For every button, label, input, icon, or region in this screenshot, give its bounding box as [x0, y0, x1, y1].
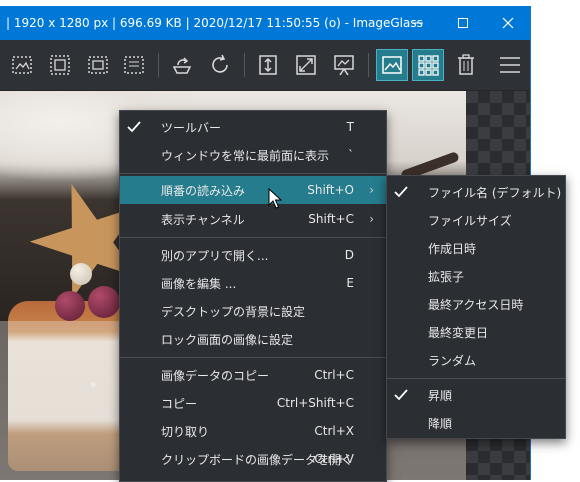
fit-height-icon [259, 55, 277, 75]
slideshow-icon [334, 55, 354, 76]
menu-item-toolbar[interactable]: ツールバー T [120, 113, 386, 141]
check-icon [394, 186, 408, 198]
submenu-item-last-modified[interactable]: 最終変更日 [387, 318, 565, 346]
main-menu-button[interactable] [494, 49, 526, 81]
chevron-right-icon: › [369, 212, 374, 226]
menu-item-set-desktop-background[interactable]: デスクトップの背景に設定 [120, 297, 386, 325]
gallery-view-button[interactable] [376, 49, 408, 81]
chevron-right-icon: › [369, 183, 374, 197]
submenu-item-extension[interactable]: 拡張子 [387, 262, 565, 290]
view-frame-image-button[interactable] [44, 49, 76, 81]
submenu-item-filename[interactable]: ファイル名 (デフォルト) [387, 178, 565, 206]
maximize-button[interactable] [440, 6, 485, 40]
zoom-fit-icon [296, 55, 316, 75]
toolbar-separator [368, 53, 369, 77]
mouse-cursor-icon [268, 188, 283, 209]
menu-item-always-on-top[interactable]: ウィンドウを常に最前面に表示 ` [120, 141, 386, 169]
menu-separator [120, 173, 386, 174]
submenu-item-last-accessed[interactable]: 最終アクセス日時 [387, 290, 565, 318]
view-next-image-button[interactable] [82, 49, 114, 81]
rotate-left-button[interactable] [166, 49, 198, 81]
submenu-item-random[interactable]: ランダム [387, 346, 565, 374]
title-bar[interactable]: | 1920 x 1280 px | 696.69 KB | 2020/12/1… [0, 6, 530, 40]
minimize-icon [412, 22, 423, 24]
minimize-button[interactable] [395, 6, 440, 40]
view-frame-image-icon [50, 55, 70, 75]
menu-item-view-channel[interactable]: 表示チャンネル Shift+C › [120, 205, 386, 233]
submenu-item-ascending[interactable]: 昇順 [387, 381, 565, 409]
thumbnail-grid-icon [418, 55, 439, 76]
maximize-icon [457, 18, 468, 28]
menu-separator [120, 357, 386, 358]
menu-item-copy[interactable]: コピー Ctrl+Shift+C [120, 389, 386, 417]
fit-height-button[interactable] [252, 49, 284, 81]
macaron [70, 263, 92, 285]
view-prev-image-button[interactable] [6, 49, 38, 81]
toolbar [0, 40, 530, 91]
zoom-fit-button[interactable] [290, 49, 322, 81]
berry [88, 286, 120, 318]
menu-separator [387, 378, 565, 379]
submenu-item-created-date[interactable]: 作成日時 [387, 234, 565, 262]
toolbar-separator [158, 53, 159, 77]
hamburger-menu-icon [500, 57, 520, 73]
rotate-left-icon [172, 57, 192, 74]
submenu-item-filesize[interactable]: ファイルサイズ [387, 206, 565, 234]
thumbnail-grid-button[interactable] [412, 49, 444, 81]
menu-item-copy-image-data[interactable]: 画像データのコピー Ctrl+C [120, 361, 386, 389]
window-title: | 1920 x 1280 px | 696.69 KB | 2020/12/1… [6, 16, 423, 30]
berry [55, 291, 85, 321]
close-button[interactable] [485, 6, 530, 40]
menu-separator [120, 237, 386, 238]
menu-item-open-with[interactable]: 別のアプリで開く... D [120, 241, 386, 269]
menu-item-edit-image[interactable]: 画像を編集 ... E [120, 269, 386, 297]
menu-item-load-order[interactable]: 順番の読み込み Shift+O › [120, 176, 386, 204]
view-actual-image-button[interactable] [118, 49, 150, 81]
view-actual-image-icon [124, 56, 144, 74]
close-icon [502, 17, 513, 29]
check-icon [127, 121, 141, 133]
context-menu: ツールバー T ウィンドウを常に最前面に表示 ` 順番の読み込み Shift+O… [119, 110, 387, 482]
load-order-submenu: ファイル名 (デフォルト) ファイルサイズ 作成日時 拡張子 最終アクセス日時 … [386, 175, 566, 439]
view-prev-image-icon [12, 56, 32, 74]
gallery-view-icon [382, 56, 402, 74]
refresh-icon [212, 54, 228, 73]
menu-item-set-lock-screen[interactable]: ロック画面の画像に設定 [120, 325, 386, 353]
menu-item-cut[interactable]: 切り取り Ctrl+X [120, 417, 386, 445]
check-icon [394, 389, 408, 401]
submenu-item-descending[interactable]: 降順 [387, 409, 565, 437]
delete-trash-icon [458, 54, 474, 75]
toolbar-separator [244, 53, 245, 77]
refresh-button[interactable] [204, 49, 236, 81]
slideshow-button[interactable] [328, 49, 360, 81]
view-next-image-icon [88, 56, 108, 74]
delete-button[interactable] [450, 49, 482, 81]
menu-item-paste-image-data[interactable]: クリップボードの画像データを開く Ctrl+V [120, 445, 386, 473]
